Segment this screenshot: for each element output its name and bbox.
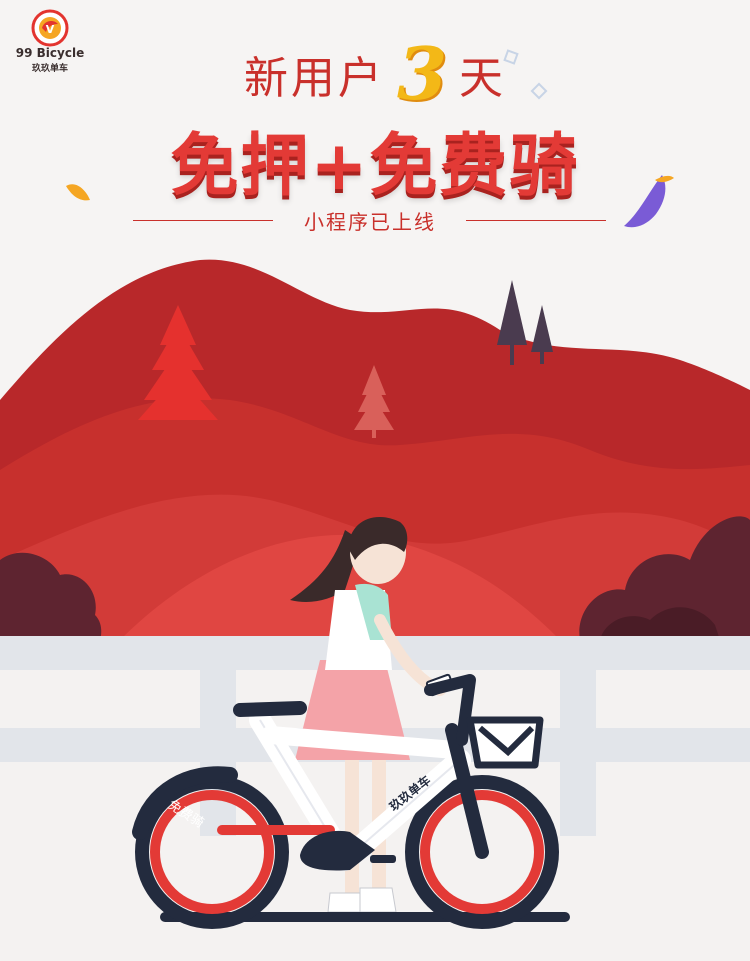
headline-prefix: 新用户 [243,53,385,104]
headline-days: 3 [396,31,448,116]
divider-left [133,220,273,221]
promo-poster: 免费骑 玖玖单车 V 99 Bicycle 玖玖单车 新用户 3 天 免押+免费骑 … [0,0,750,961]
svg-text:V: V [46,23,55,36]
subline: 小程序已上线 [0,204,750,234]
headline: 新用户 3 天 [0,38,750,110]
miniprogram-launch-text: 小程序已上线 [304,210,436,234]
divider-right [466,220,606,221]
main-slogan: 免押+免费骑 [170,127,580,206]
headline-suffix: 天 [459,53,507,104]
